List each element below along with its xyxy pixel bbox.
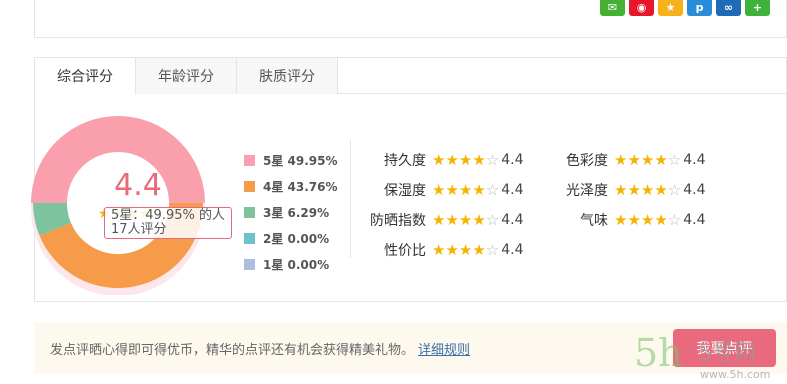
star-rating-icon: ★★★★☆ <box>432 151 500 169</box>
attribute-value: 4.4 <box>683 182 706 198</box>
legend-swatch <box>244 206 255 218</box>
attribute-rating: 色彩度 ★★★★☆ 4.4 <box>540 150 706 170</box>
attribute-label: 防晒指数 <box>370 213 426 229</box>
watermark-logo: 5h <box>634 331 683 375</box>
qzone-icon[interactable]: ★ <box>658 0 683 16</box>
legend-label: 4星 43.76% <box>263 179 338 194</box>
star-rating-icon: ★★★★☆ <box>614 211 682 229</box>
notice-text: 发点评晒心得即可得优币，精华的点评还有机会获得精美礼物。 <box>50 342 415 358</box>
legend-item: 3星 6.29% <box>244 199 338 225</box>
attribute-label: 光泽度 <box>566 183 608 199</box>
donut-slice-3-star[interactable] <box>33 202 72 236</box>
legend-label: 5星 49.95% <box>263 153 338 168</box>
legend-item: 4星 43.76% <box>244 173 338 199</box>
legend-item: 2星 0.00% <box>244 225 338 251</box>
attribute-label: 气味 <box>580 213 608 229</box>
attribute-label: 保湿度 <box>384 183 426 199</box>
divider <box>350 140 351 258</box>
attribute-value: 4.4 <box>501 182 524 198</box>
attribute-value: 4.4 <box>683 212 706 228</box>
legend-item: 1星 0.00% <box>244 251 338 277</box>
attribute-value: 4.4 <box>683 152 706 168</box>
share-bar: ✉ ◉ ★ p ∞ + <box>600 0 770 16</box>
site-watermark: 5h 5号网 www.5h.com <box>634 331 770 381</box>
attribute-label: 性价比 <box>384 243 426 259</box>
watermark-url: www.5h.com <box>700 368 770 381</box>
star-rating-icon: ★★★★☆ <box>432 241 500 259</box>
star-rating-icon: ★★★★☆ <box>614 151 682 169</box>
attribute-value: 4.4 <box>501 152 524 168</box>
wechat-icon[interactable]: ✉ <box>600 0 625 16</box>
pinterest-icon[interactable]: p <box>687 0 712 16</box>
tab-skin-type-rating[interactable]: 肤质评分 <box>237 58 338 94</box>
legend-label: 2星 0.00% <box>263 231 330 246</box>
legend-swatch <box>244 258 255 270</box>
tooltip-count: 17人评分 <box>111 222 167 237</box>
renren-icon[interactable]: ∞ <box>716 0 741 16</box>
rules-link[interactable]: 详细规则 <box>418 339 470 358</box>
legend-swatch <box>244 232 255 244</box>
legend-label: 1星 0.00% <box>263 257 330 272</box>
attribute-rating: 持久度 ★★★★☆ 4.4 <box>358 150 524 170</box>
attribute-rating: 保湿度 ★★★★☆ 4.4 <box>358 180 524 200</box>
legend-label: 3星 6.29% <box>263 205 330 220</box>
attribute-label: 持久度 <box>384 153 426 169</box>
star-rating-icon: ★★★★☆ <box>614 181 682 199</box>
attribute-rating: 性价比 ★★★★☆ 4.4 <box>358 240 524 260</box>
tooltip-share: 5星：49.95% 的人 <box>111 208 225 223</box>
watermark-title: 5号网 <box>698 341 756 366</box>
legend-swatch <box>244 180 255 192</box>
attribute-rating: 气味 ★★★★☆ 4.4 <box>540 210 706 230</box>
top-card: ✉ ◉ ★ p ∞ + <box>34 0 787 38</box>
attribute-rating: 防晒指数 ★★★★☆ 4.4 <box>358 210 524 230</box>
chart-legend: 5星 49.95% 4星 43.76% 3星 6.29% 2星 0.00% 1星 0.0… <box>244 147 338 277</box>
more-share-icon[interactable]: + <box>745 0 770 16</box>
attribute-rating: 光泽度 ★★★★☆ 4.4 <box>540 180 706 200</box>
attribute-label: 色彩度 <box>566 153 608 169</box>
legend-swatch <box>244 154 255 166</box>
overall-score: 4.4 <box>114 168 162 203</box>
star-rating-icon: ★★★★☆ <box>432 211 500 229</box>
weibo-icon[interactable]: ◉ <box>629 0 654 16</box>
legend-item: 5星 49.95% <box>244 147 338 173</box>
attribute-value: 4.4 <box>501 242 524 258</box>
chart-tooltip: 5星：49.95% 的人 17人评分 <box>104 207 232 239</box>
star-rating-icon: ★★★★☆ <box>432 181 500 199</box>
attribute-value: 4.4 <box>501 212 524 228</box>
